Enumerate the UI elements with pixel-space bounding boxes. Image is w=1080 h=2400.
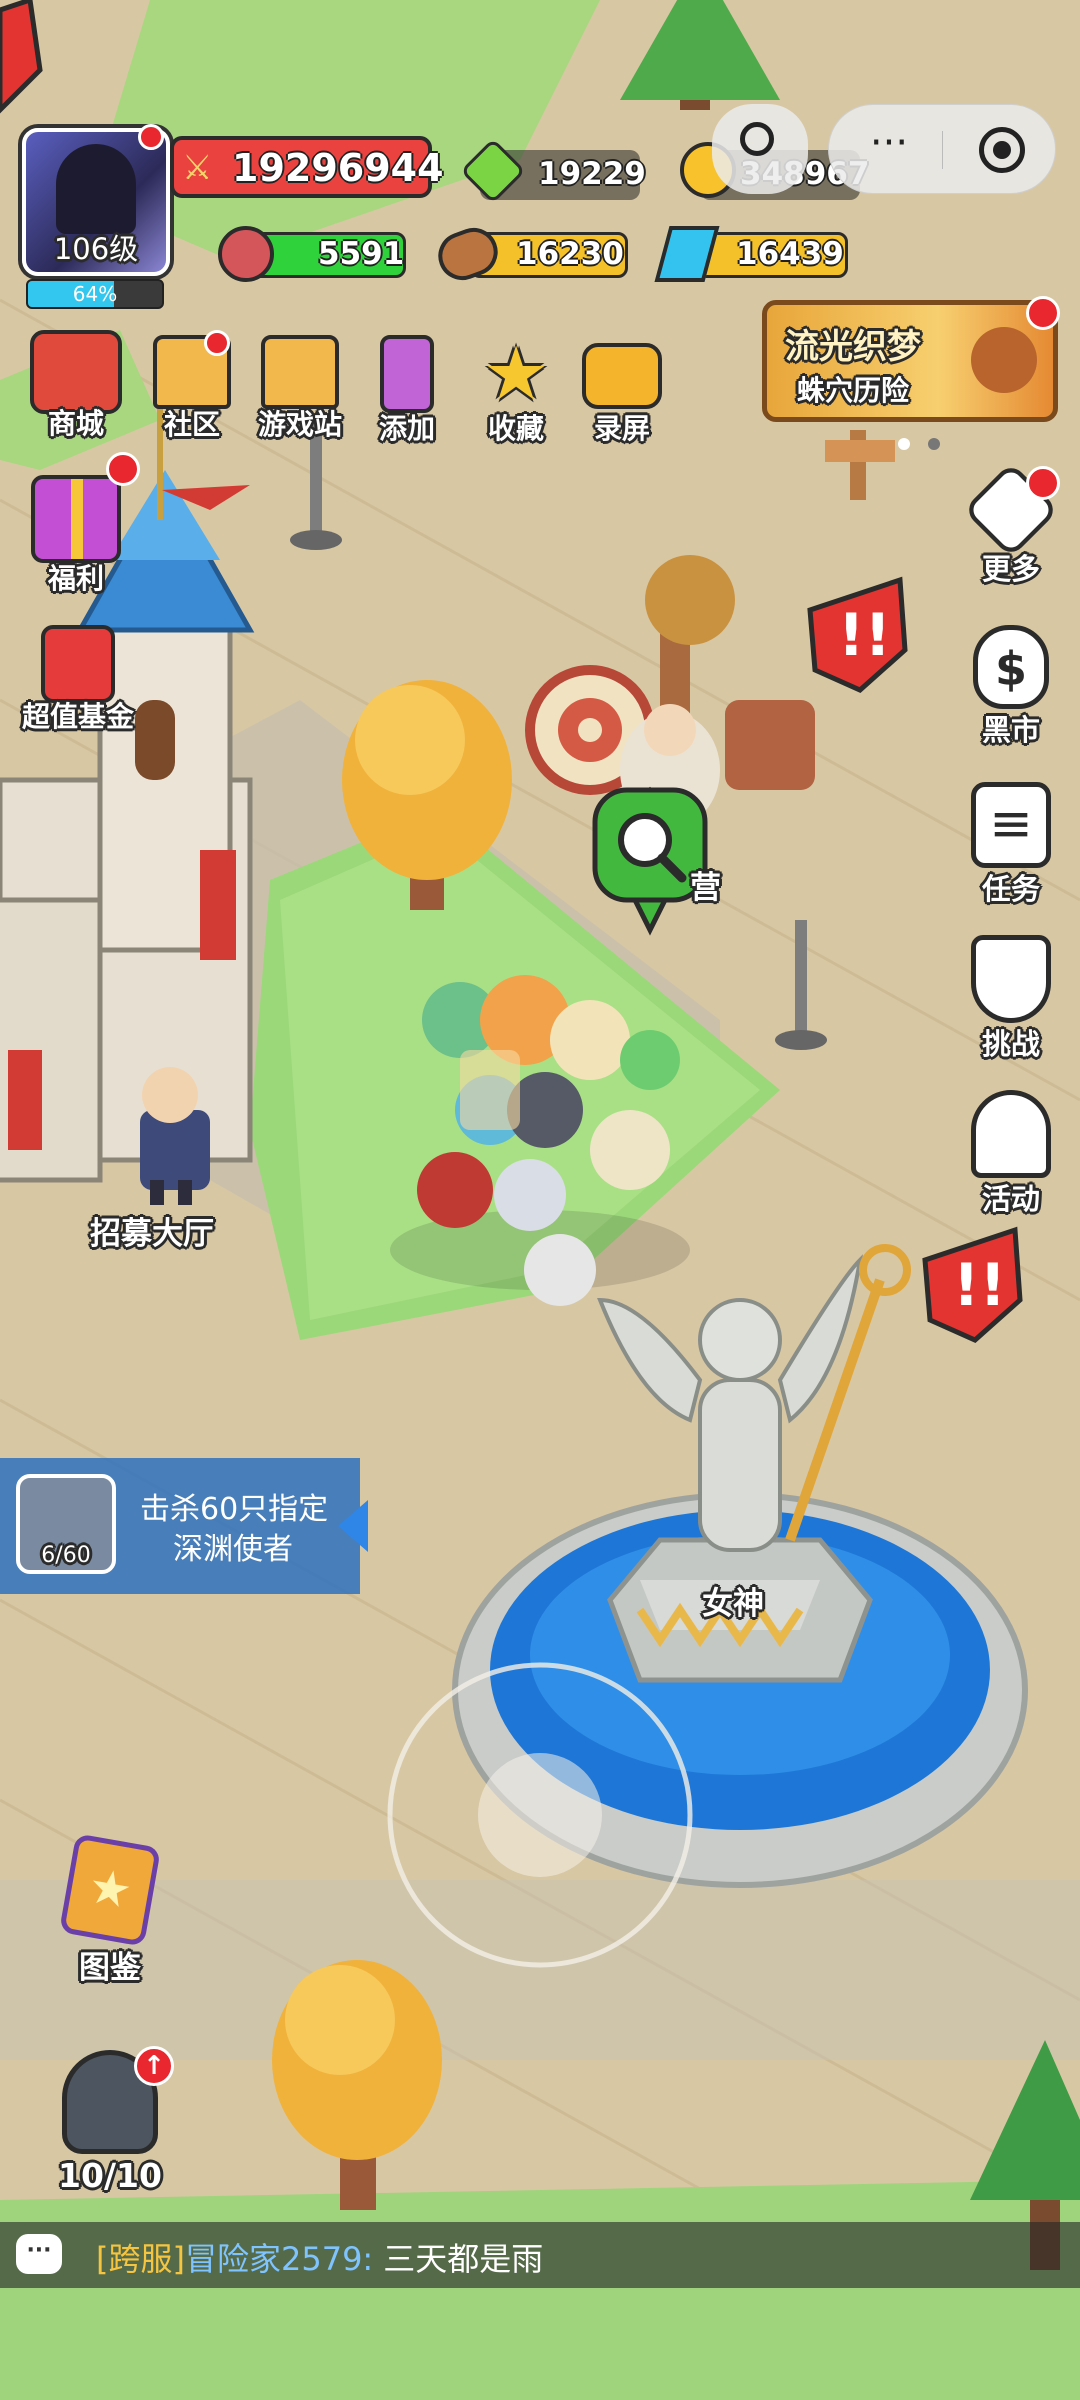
menu-shop-label: 商城 <box>47 407 104 440</box>
menu-community-label: 社区 <box>163 408 220 441</box>
event-notification-dot <box>1026 296 1060 330</box>
menu-more-label: 更多 <box>981 552 1040 586</box>
exp-bar: 64% <box>26 279 164 309</box>
avatar-notification-dot <box>138 124 164 150</box>
phone-add-icon <box>380 335 434 413</box>
menu-favorite[interactable]: ★ 收藏 <box>466 335 566 447</box>
chat-bubble-icon[interactable]: ··· <box>16 2234 62 2274</box>
menu-value-fund-label: 超值基金 <box>21 700 134 733</box>
gift-icon <box>31 475 121 563</box>
svg-text:!!: !! <box>838 601 891 669</box>
close-target-icon[interactable] <box>979 127 1025 173</box>
menu-shop[interactable]: 商城 <box>26 330 126 442</box>
codex-button[interactable]: ★ 图鉴 <box>40 1833 180 1987</box>
sword-icon: ⚔ <box>182 148 213 188</box>
chat-channel: [跨服] <box>96 2240 185 2278</box>
chat-bar[interactable]: ··· [跨服]冒险家2579: 三天都是雨 <box>0 2222 1080 2288</box>
menu-add[interactable]: 添加 <box>357 335 457 447</box>
quest-panel[interactable]: 6/60 击杀60只指定 深渊使者 <box>0 1458 360 1594</box>
power-bar: ⚔ 19296944 <box>170 136 444 198</box>
chat-message: 三天都是雨 <box>383 2240 544 2278</box>
community-notification-dot <box>204 330 230 356</box>
power-value: 19296944 <box>232 146 444 190</box>
menu-activity-label: 活动 <box>981 1182 1040 1216</box>
quest-collapse-arrow-icon[interactable] <box>338 1500 368 1552</box>
game-station-house-icon <box>261 335 339 409</box>
capsule-menu: ··· <box>828 104 1056 194</box>
menu-game-station-label: 游戏站 <box>257 408 342 441</box>
recruit-hall-label[interactable]: 招募大厅 <box>90 1208 214 1253</box>
wood-value: 16230 <box>516 236 624 272</box>
menu-black-market-label: 黑市 <box>981 713 1040 747</box>
avatar-portrait-icon <box>56 144 136 234</box>
menu-game-station[interactable]: 游戏站 <box>250 335 350 443</box>
capsule-divider <box>942 131 943 169</box>
fund-icon <box>41 625 115 703</box>
menu-activity[interactable]: 活动 <box>956 1090 1066 1218</box>
menu-task[interactable]: ≡ 任务 <box>956 782 1066 908</box>
camp-partial-label[interactable]: 营 <box>690 862 721 907</box>
menu-value-fund[interactable]: 超值基金 <box>8 625 148 735</box>
more-dots-icon[interactable]: ··· <box>859 123 919 173</box>
menu-black-market[interactable]: $ 黑市 <box>956 625 1066 749</box>
banner-page-dot-active <box>898 438 910 450</box>
player-avatar[interactable]: 106级 <box>22 128 170 276</box>
quest-text-line1: 击杀60只指定 <box>140 1492 329 1527</box>
codex-card-icon: ★ <box>58 1833 162 1947</box>
menu-welfare-label: 福利 <box>47 562 104 595</box>
gem-value: 19229 <box>538 156 646 192</box>
menu-challenge[interactable]: 挑战 <box>956 935 1066 1063</box>
assist-button[interactable] <box>712 104 808 194</box>
quest-text-line2: 深渊使者 <box>173 1532 293 1567</box>
shield-icon <box>971 935 1051 1023</box>
upgrade-arrow-icon: ↑ <box>134 2046 174 2086</box>
menu-add-label: 添加 <box>378 412 435 445</box>
crystal-value: 16439 <box>736 236 844 272</box>
event-character-icon <box>971 327 1037 393</box>
goddess-label[interactable]: 女神 <box>702 1578 764 1623</box>
svg-text:!!: !! <box>953 1251 1006 1319</box>
more-notification-dot <box>1026 466 1060 500</box>
money-bag-icon: $ <box>973 625 1049 709</box>
quest-monster-icon: 6/60 <box>16 1474 116 1574</box>
quest-progress: 6/60 <box>41 1543 91 1568</box>
task-list-icon: ≡ <box>971 782 1051 868</box>
codex-label: 图鉴 <box>79 1950 141 1986</box>
menu-challenge-label: 挑战 <box>981 1027 1040 1061</box>
menu-task-label: 任务 <box>981 872 1040 906</box>
banner-page-dot <box>928 438 940 450</box>
exp-percent: 64% <box>72 282 118 306</box>
meat-icon <box>218 226 274 282</box>
hook-icon <box>740 122 774 156</box>
hero-count: 10/10 <box>58 2156 162 2195</box>
event-banner-subtitle: 蛛穴历险 <box>797 374 910 407</box>
player-level: 106级 <box>53 232 139 266</box>
menu-record-label: 录屏 <box>593 412 650 445</box>
menu-record[interactable]: 录屏 <box>572 335 672 447</box>
welfare-notification-dot <box>106 452 140 486</box>
meat-value: 5591 <box>318 236 405 272</box>
star-icon: ★ <box>482 331 550 417</box>
record-camera-icon <box>582 343 662 409</box>
menu-favorite-label: 收藏 <box>487 412 544 445</box>
event-banner-title: 流光织梦 <box>785 327 921 367</box>
bell-icon <box>971 1090 1051 1178</box>
menu-welfare[interactable]: 福利 <box>26 475 126 597</box>
chat-sender: 冒险家2579: <box>184 2240 374 2278</box>
event-banner[interactable]: 流光织梦 蛛穴历险 <box>762 300 1058 422</box>
